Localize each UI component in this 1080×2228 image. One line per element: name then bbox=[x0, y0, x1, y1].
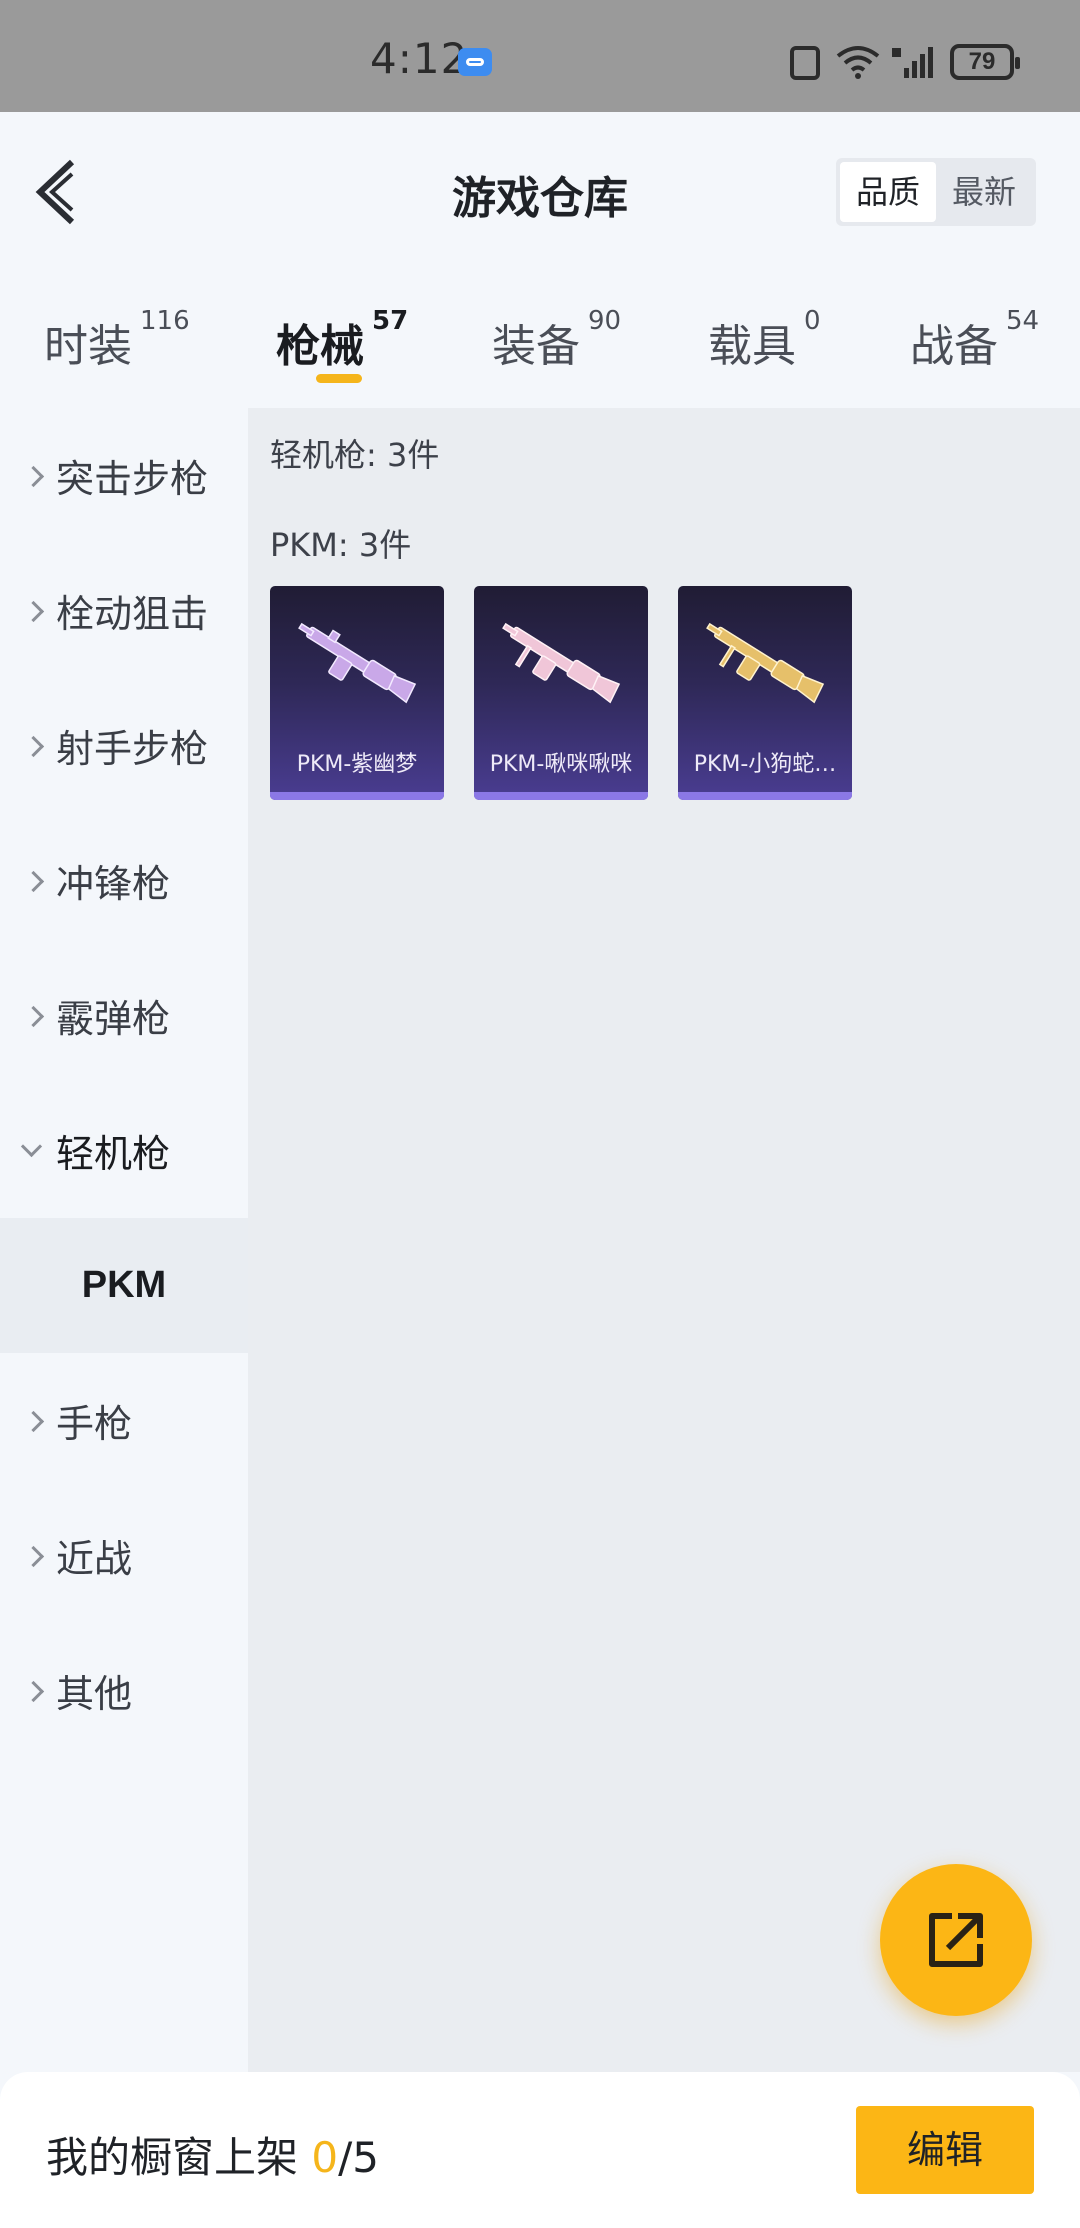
sort-by-quality-button[interactable]: 品质 bbox=[840, 162, 936, 222]
sidebar-item-label: 射手步枪 bbox=[56, 727, 209, 771]
battery-icon: 79 bbox=[950, 44, 1020, 80]
nfc-icon bbox=[790, 46, 820, 80]
tab-count: 57 bbox=[372, 306, 409, 336]
showcase-label: 我的橱窗上架 bbox=[46, 2133, 312, 2182]
tab-supplies[interactable]: 战备 54 bbox=[910, 306, 1039, 374]
item-name: PKM-紫幽梦 bbox=[296, 752, 418, 777]
share-floating-button[interactable] bbox=[880, 1864, 1032, 2016]
chevron-down-icon bbox=[0, 1131, 56, 1171]
chevron-right-icon bbox=[0, 1536, 56, 1576]
tab-firearms[interactable]: 枪械 57 bbox=[276, 306, 408, 374]
tab-label: 枪械 bbox=[276, 321, 364, 372]
cellular-signal-icon bbox=[892, 47, 933, 78]
tab-count: 90 bbox=[588, 306, 622, 336]
tab-label: 时装 bbox=[44, 321, 132, 372]
sidebar-item-label: 其他 bbox=[56, 1672, 133, 1716]
weapon-type-sidebar: 突击步枪 栓动狙击 射手步枪 冲锋枪 霰弹枪 轻机枪 PKM 手枪 近战 其他 bbox=[0, 408, 248, 2072]
sidebar-subitem-pkm[interactable]: PKM bbox=[0, 1218, 248, 1353]
status-time: 4:12 bbox=[370, 34, 469, 83]
category-count-label: 轻机枪: 3件 bbox=[270, 436, 440, 474]
weapon-count-label: PKM: 3件 bbox=[270, 526, 412, 564]
tab-gear[interactable]: 装备 90 bbox=[492, 306, 621, 374]
rifle-skin-icon bbox=[502, 622, 621, 704]
item-name: PKM-啾咪啾咪 bbox=[489, 752, 633, 777]
showcase-total: /5 bbox=[338, 2133, 379, 2182]
rarity-bar bbox=[678, 792, 852, 800]
sidebar-item-shotgun[interactable]: 霰弹枪 bbox=[0, 948, 248, 1083]
rifle-skin-icon bbox=[298, 622, 417, 704]
tab-label: 战备 bbox=[910, 321, 998, 372]
external-share-icon bbox=[929, 1913, 983, 1967]
sidebar-item-label: 突击步枪 bbox=[56, 457, 209, 501]
item-card[interactable]: PKM-紫幽梦 bbox=[270, 586, 444, 800]
tab-vehicles[interactable]: 载具 0 bbox=[708, 306, 821, 374]
tab-fashion[interactable]: 时装 116 bbox=[44, 306, 190, 374]
rarity-bar bbox=[474, 792, 648, 800]
sidebar-item-label: 栓动狙击 bbox=[56, 592, 209, 636]
tab-label: 载具 bbox=[708, 321, 796, 372]
tab-label: 装备 bbox=[492, 321, 580, 372]
sort-by-newest-button[interactable]: 最新 bbox=[936, 162, 1032, 222]
chevron-right-icon bbox=[0, 591, 56, 631]
sidebar-item-melee[interactable]: 近战 bbox=[0, 1488, 248, 1623]
wifi-icon bbox=[836, 46, 880, 79]
edit-button[interactable]: 编辑 bbox=[856, 2106, 1034, 2194]
sidebar-item-assault-rifle[interactable]: 突击步枪 bbox=[0, 408, 248, 543]
chevron-right-icon bbox=[0, 726, 56, 766]
sort-toggle: 品质 最新 bbox=[836, 158, 1036, 226]
sidebar-item-label: 轻机枪 bbox=[56, 1132, 171, 1176]
tab-count: 116 bbox=[140, 306, 190, 336]
tab-count: 54 bbox=[1006, 306, 1040, 336]
item-grid-panel: 轻机枪: 3件 PKM: 3件 PKM-紫幽梦 PKM-啾咪啾咪 PKM-小狗蛇… bbox=[248, 408, 1080, 2072]
item-name: PKM-小狗蛇… bbox=[693, 752, 837, 777]
rifle-skin-icon bbox=[706, 622, 825, 704]
sidebar-item-smg[interactable]: 冲锋枪 bbox=[0, 813, 248, 948]
rarity-bar bbox=[270, 792, 444, 800]
showcase-status: 我的橱窗上架 0/5 bbox=[46, 2124, 379, 2185]
sidebar-item-bolt-action-sniper[interactable]: 栓动狙击 bbox=[0, 543, 248, 678]
category-tabs: 时装 116 枪械 57 装备 90 载具 0 战备 54 bbox=[0, 290, 1080, 410]
sidebar-item-lmg[interactable]: 轻机枪 bbox=[0, 1083, 248, 1218]
sidebar-item-label: 霰弹枪 bbox=[56, 997, 171, 1041]
chevron-right-icon bbox=[0, 1671, 56, 1711]
status-bar: 4:12 79 bbox=[0, 0, 1080, 112]
game-mode-icon bbox=[458, 48, 492, 76]
active-tab-indicator bbox=[316, 374, 362, 383]
chevron-right-icon bbox=[0, 861, 56, 901]
sidebar-item-pistol[interactable]: 手枪 bbox=[0, 1353, 248, 1488]
sidebar-item-label: 冲锋枪 bbox=[56, 862, 171, 906]
sidebar-item-label: 手枪 bbox=[56, 1402, 133, 1446]
sidebar-item-label: 近战 bbox=[56, 1537, 133, 1581]
chevron-right-icon bbox=[0, 1401, 56, 1441]
item-card[interactable]: PKM-小狗蛇… bbox=[678, 586, 852, 800]
tab-count: 0 bbox=[804, 306, 821, 336]
chevron-right-icon bbox=[0, 996, 56, 1036]
sidebar-item-other[interactable]: 其他 bbox=[0, 1623, 248, 1758]
sidebar-item-marksman-rifle[interactable]: 射手步枪 bbox=[0, 678, 248, 813]
sidebar-subitem-label: PKM bbox=[81, 1264, 167, 1306]
showcase-current-count: 0 bbox=[311, 2133, 339, 2182]
header: 游戏仓库 品质 最新 bbox=[0, 112, 1080, 272]
item-card[interactable]: PKM-啾咪啾咪 bbox=[474, 586, 648, 800]
showcase-footer: 我的橱窗上架 0/5 编辑 bbox=[0, 2072, 1080, 2228]
chevron-right-icon bbox=[0, 456, 56, 496]
